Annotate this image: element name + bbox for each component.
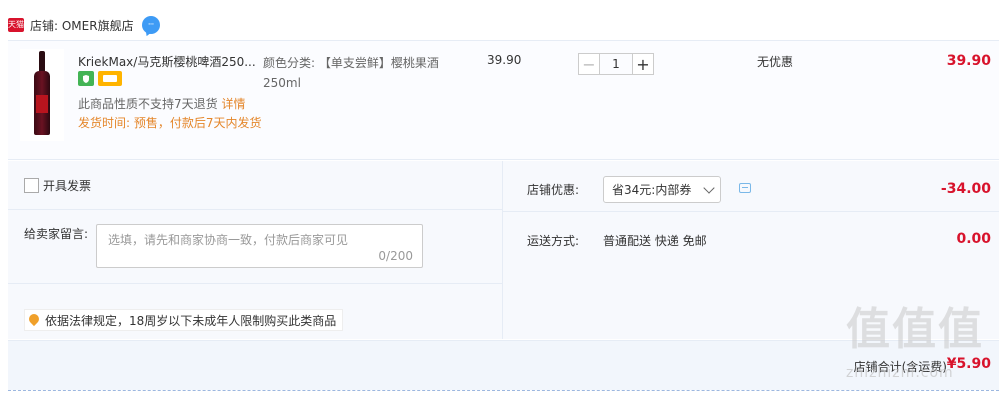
seller-message-placeholder: 选填，请先和商家协商一致，付款后商家可见 bbox=[108, 233, 349, 247]
unit-price: 39.90 bbox=[487, 53, 522, 67]
shop-total-amount: ¥5.90 bbox=[946, 356, 991, 372]
bottom-dashed-divider bbox=[8, 390, 999, 391]
shipping-label: 运送方式: bbox=[527, 234, 580, 248]
product-title-link[interactable]: KriekMax/马克斯樱桃啤酒250... bbox=[78, 53, 256, 70]
divider bbox=[8, 283, 502, 284]
return-policy-note: 此商品性质不支持7天退货 详情 bbox=[78, 95, 245, 112]
chevron-down-icon bbox=[703, 182, 715, 194]
shipping-time-note: 发货时间: 预售，付款后7天内发货 bbox=[78, 116, 262, 130]
shop-header: 天猫 店铺: OMER旗舰店 ··· bbox=[8, 14, 160, 36]
shop-name-link[interactable]: 店铺: OMER旗舰店 bbox=[30, 17, 134, 34]
shop-discount-amount: -34.00 bbox=[940, 181, 991, 197]
seller-message-textarea[interactable]: 选填，请先和商家协商一致，付款后商家可见 0/200 bbox=[96, 224, 423, 268]
shipping-fee: 0.00 bbox=[956, 231, 991, 247]
shop-coupon-select[interactable]: 省34元:内部券 bbox=[603, 176, 721, 203]
shop-coupon-selected-value: 省34元:内部券 bbox=[612, 183, 692, 197]
invoice-option[interactable]: 开具发票 bbox=[24, 177, 91, 194]
tmall-badge: 天猫 bbox=[8, 18, 24, 32]
return-policy-text: 此商品性质不支持7天退货 bbox=[78, 97, 218, 111]
chat-dots: ··· bbox=[147, 19, 155, 30]
item-subtotal: 39.90 bbox=[946, 53, 991, 69]
divider bbox=[503, 211, 999, 212]
quantity-input[interactable]: 1 bbox=[600, 53, 632, 75]
chat-icon[interactable]: ··· bbox=[141, 16, 160, 34]
shop-discount-label: 店铺优惠: bbox=[527, 183, 580, 197]
quantity-stepper: − 1 + bbox=[578, 53, 654, 75]
sku-info: 颜色分类: 【单支尝鲜】樱桃果酒250ml bbox=[263, 56, 439, 90]
seller-message-char-count: 0/200 bbox=[378, 249, 413, 263]
vertical-divider bbox=[502, 161, 503, 339]
age-restriction-text: 依据法律规定，18周岁以下未成年人限制购买此类商品 bbox=[45, 313, 337, 328]
age-restriction-notice: 依据法律规定，18周岁以下未成年人限制购买此类商品 bbox=[24, 309, 344, 331]
order-item-row: KriekMax/马克斯樱桃啤酒250... 此商品性质不支持7天退货 详情 发… bbox=[8, 40, 999, 160]
divider bbox=[8, 209, 502, 210]
seller-message-label: 给卖家留言: bbox=[24, 227, 89, 241]
shop-total-row: 店铺合计(含运费) ¥5.90 bbox=[8, 340, 999, 390]
invoice-checkbox[interactable] bbox=[24, 178, 39, 193]
shop-total-label: 店铺合计(含运费) bbox=[853, 360, 947, 374]
increase-quantity-button[interactable]: + bbox=[632, 53, 654, 75]
location-pin-icon bbox=[29, 314, 39, 326]
item-discount: 无优惠 bbox=[757, 55, 794, 69]
credit-card-badge-icon[interactable] bbox=[98, 71, 122, 86]
product-image[interactable] bbox=[20, 49, 64, 141]
invoice-label: 开具发票 bbox=[43, 179, 92, 193]
shipping-method: 普通配送 快递 免邮 bbox=[603, 234, 707, 248]
beer-bottle-icon bbox=[34, 49, 50, 137]
guarantee-badge-icon[interactable] bbox=[78, 71, 94, 86]
coupon-message-icon[interactable] bbox=[739, 183, 751, 193]
service-badges bbox=[78, 71, 122, 86]
order-extras-panel: 开具发票 给卖家留言: 选填，请先和商家协商一致，付款后商家可见 0/200 依… bbox=[8, 161, 999, 339]
return-policy-details-link[interactable]: 详情 bbox=[221, 97, 245, 111]
decrease-quantity-button[interactable]: − bbox=[578, 53, 600, 75]
